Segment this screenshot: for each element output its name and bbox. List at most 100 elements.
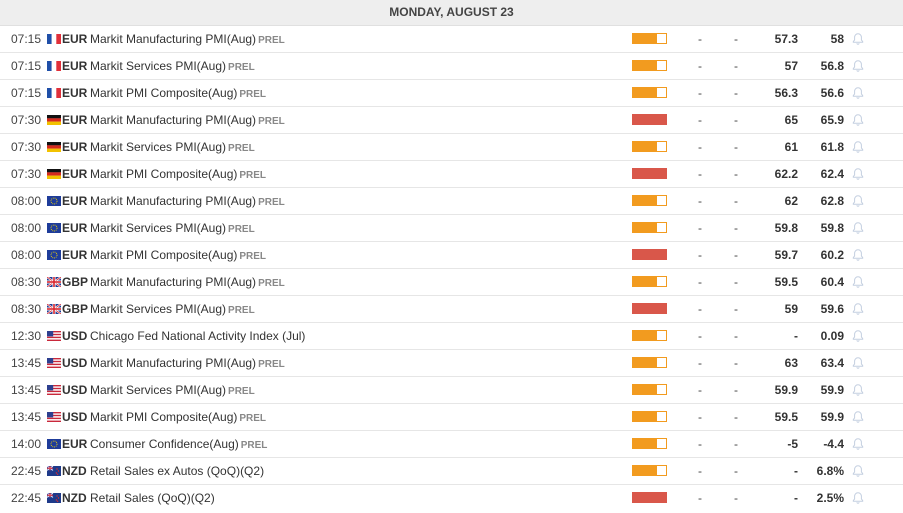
event-name-wrap[interactable]: Markit PMI Composite(Aug) PREL	[90, 161, 266, 187]
event-row[interactable]: 08:00 EUR Markit PMI Composite(Aug) PREL - - 5…	[0, 242, 903, 269]
bell-icon[interactable]	[851, 437, 865, 451]
bell-icon[interactable]	[851, 410, 865, 424]
event-tag: PREL	[258, 197, 285, 208]
event-row[interactable]: 07:30 EUR Markit Services PMI(Aug) PREL - - 61…	[0, 134, 903, 161]
event-deviation: -	[734, 221, 738, 235]
event-name[interactable]: Consumer Confidence(Aug)	[90, 437, 239, 451]
impact-indicator	[632, 357, 667, 368]
bell-icon[interactable]	[851, 32, 865, 46]
event-name[interactable]: Markit PMI Composite(Aug)	[90, 410, 237, 424]
event-name[interactable]: Retail Sales ex Autos (QoQ)(Q2)	[90, 464, 264, 478]
event-name[interactable]: Markit Manufacturing PMI(Aug)	[90, 356, 256, 370]
event-currency: EUR	[62, 437, 88, 451]
event-tag: PREL	[258, 35, 285, 46]
bell-icon[interactable]	[851, 248, 865, 262]
event-name-wrap[interactable]: Markit Manufacturing PMI(Aug) PREL	[90, 188, 285, 214]
event-actual: -	[698, 59, 702, 73]
event-row[interactable]: 13:45 USD Markit Manufacturing PMI(Aug) PRE…	[0, 350, 903, 377]
impact-bar-fill	[632, 384, 656, 395]
event-row[interactable]: 14:00 EUR Consumer Confidence(Aug) PREL - - -5…	[0, 431, 903, 458]
event-name[interactable]: Markit Manufacturing PMI(Aug)	[90, 275, 256, 289]
event-name-wrap[interactable]: Chicago Fed National Activity Index (Jul…	[90, 323, 307, 349]
event-deviation: -	[734, 32, 738, 46]
event-row[interactable]: 07:30 EUR Markit PMI Composite(Aug) PREL - - 6…	[0, 161, 903, 188]
event-row[interactable]: 22:45 NZD Retail Sales (QoQ)(Q2) - - - 2.5%	[0, 485, 903, 511]
event-row[interactable]: 22:45 NZD Retail Sales ex Autos (QoQ)(Q2) -…	[0, 458, 903, 485]
impact-indicator	[632, 411, 667, 422]
impact-indicator	[632, 330, 667, 341]
event-name[interactable]: Markit Services PMI(Aug)	[90, 140, 226, 154]
bell-icon[interactable]	[851, 464, 865, 478]
event-row[interactable]: 08:30 GBP Markit Manufacturing PMI(Aug) PRE…	[0, 269, 903, 296]
bell-icon[interactable]	[851, 356, 865, 370]
event-name-wrap[interactable]: Markit Services PMI(Aug) PREL	[90, 215, 255, 241]
event-actual: -	[698, 248, 702, 262]
event-name-wrap[interactable]: Markit Manufacturing PMI(Aug) PREL	[90, 26, 285, 52]
event-name[interactable]: Markit PMI Composite(Aug)	[90, 86, 237, 100]
bell-icon[interactable]	[851, 491, 865, 505]
event-name[interactable]: Markit Services PMI(Aug)	[90, 302, 226, 316]
event-actual: -	[698, 464, 702, 478]
event-name-wrap[interactable]: Retail Sales ex Autos (QoQ)(Q2)	[90, 458, 266, 484]
event-previous: -4.4	[823, 437, 844, 451]
event-actual: -	[698, 86, 702, 100]
event-name[interactable]: Markit Services PMI(Aug)	[90, 221, 226, 235]
event-row[interactable]: 07:15 EUR Markit Manufacturing PMI(Aug) PRE…	[0, 26, 903, 53]
bell-icon[interactable]	[851, 383, 865, 397]
event-row[interactable]: 08:00 EUR Markit Services PMI(Aug) PREL - - 59…	[0, 215, 903, 242]
event-name-wrap[interactable]: Markit PMI Composite(Aug) PREL	[90, 404, 266, 430]
event-row[interactable]: 07:15 EUR Markit PMI Composite(Aug) PREL - - 5…	[0, 80, 903, 107]
event-row[interactable]: 07:15 EUR Markit Services PMI(Aug) PREL - - 57…	[0, 53, 903, 80]
bell-icon[interactable]	[851, 329, 865, 343]
event-name-wrap[interactable]: Markit Services PMI(Aug) PREL	[90, 134, 255, 160]
event-row[interactable]: 07:30 EUR Markit Manufacturing PMI(Aug) PRE…	[0, 107, 903, 134]
event-name-wrap[interactable]: Markit Manufacturing PMI(Aug) PREL	[90, 107, 285, 133]
bell-icon[interactable]	[851, 221, 865, 235]
event-name[interactable]: Markit PMI Composite(Aug)	[90, 167, 237, 181]
event-tag: PREL	[228, 143, 255, 154]
event-name[interactable]: Retail Sales (QoQ)(Q2)	[90, 491, 215, 505]
event-consensus: 59	[784, 302, 798, 316]
event-name-wrap[interactable]: Markit PMI Composite(Aug) PREL	[90, 242, 266, 268]
event-name-wrap[interactable]: Markit Services PMI(Aug) PREL	[90, 53, 255, 79]
bell-icon[interactable]	[851, 194, 865, 208]
event-row[interactable]: 13:45 USD Markit Services PMI(Aug) PREL - - 59…	[0, 377, 903, 404]
impact-indicator	[632, 222, 667, 233]
event-consensus: 57	[784, 59, 798, 73]
event-name[interactable]: Markit Manufacturing PMI(Aug)	[90, 113, 256, 127]
event-name[interactable]: Markit Manufacturing PMI(Aug)	[90, 194, 256, 208]
bell-icon[interactable]	[851, 302, 865, 316]
bell-icon[interactable]	[851, 59, 865, 73]
event-currency: USD	[62, 383, 88, 397]
event-name[interactable]: Markit Services PMI(Aug)	[90, 383, 226, 397]
impact-bar-fill	[632, 222, 656, 233]
bell-icon[interactable]	[851, 275, 865, 289]
event-actual: -	[698, 491, 702, 505]
event-name[interactable]: Markit Services PMI(Aug)	[90, 59, 226, 73]
bell-icon[interactable]	[851, 140, 865, 154]
nz-flag-icon	[46, 465, 61, 476]
event-name-wrap[interactable]: Markit Manufacturing PMI(Aug) PREL	[90, 269, 285, 295]
event-name[interactable]: Markit PMI Composite(Aug)	[90, 248, 237, 262]
event-name-wrap[interactable]: Consumer Confidence(Aug) PREL	[90, 431, 267, 457]
bell-icon[interactable]	[851, 86, 865, 100]
event-row[interactable]: 13:45 USD Markit PMI Composite(Aug) PREL - - 5…	[0, 404, 903, 431]
bell-icon[interactable]	[851, 113, 865, 127]
event-name-wrap[interactable]: Markit Services PMI(Aug) PREL	[90, 377, 255, 403]
event-name-wrap[interactable]: Markit Services PMI(Aug) PREL	[90, 296, 255, 322]
event-time: 07:15	[11, 32, 42, 46]
event-row[interactable]: 08:30 GBP Markit Services PMI(Aug) PREL - - 59…	[0, 296, 903, 323]
event-time: 08:00	[11, 221, 42, 235]
event-currency: NZD	[62, 464, 87, 478]
bell-icon[interactable]	[851, 167, 865, 181]
fr-flag-icon	[47, 88, 61, 98]
event-name[interactable]: Chicago Fed National Activity Index (Jul…	[90, 329, 305, 343]
event-name-wrap[interactable]: Markit PMI Composite(Aug) PREL	[90, 80, 266, 106]
event-name-wrap[interactable]: Retail Sales (QoQ)(Q2)	[90, 485, 217, 511]
event-name-wrap[interactable]: Markit Manufacturing PMI(Aug) PREL	[90, 350, 285, 376]
event-row[interactable]: 12:30 USD Chicago Fed National Activity In…	[0, 323, 903, 350]
event-consensus: 62	[784, 194, 798, 208]
event-row[interactable]: 08:00 EUR Markit Manufacturing PMI(Aug) PRE…	[0, 188, 903, 215]
event-name[interactable]: Markit Manufacturing PMI(Aug)	[90, 32, 256, 46]
impact-indicator	[632, 303, 667, 314]
